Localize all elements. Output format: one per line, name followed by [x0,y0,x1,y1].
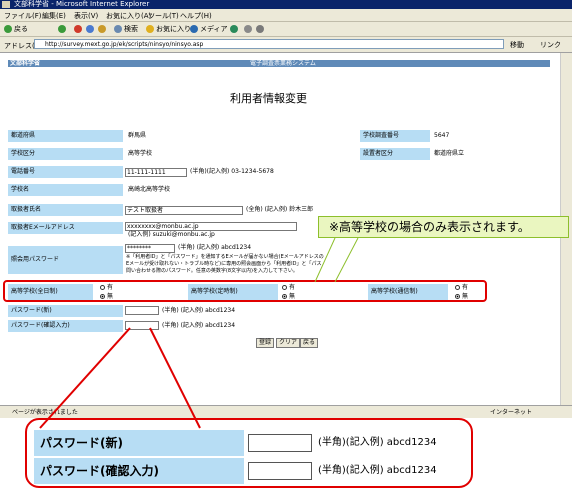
password-note-1: ※「利用者ID」と「パスワード」を通知するEメールが届かない場合(Eメールアドレ… [126,254,324,260]
printer-icon [256,25,264,33]
register-button[interactable]: 登録 [256,338,275,348]
forward-button[interactable] [58,24,68,34]
school-number-value: 5647 [434,132,450,139]
new-password-hint: (半角) (記入例) abcd1234 [162,307,236,314]
confirm-password-hint: (半角) (記入例) abcd1234 [162,322,236,329]
zoom-new-password-hint: (半角)(記入例) abcd1234 [318,437,437,448]
phone-input[interactable]: 11-111-1111 [125,168,187,177]
history-button[interactable] [230,24,240,34]
inquiry-password-label: 照会用パスワード [8,246,123,274]
school-name-value: 高崎北高等学校 [128,186,171,193]
media-button[interactable]: メディア [190,24,228,34]
ie-icon [2,1,10,8]
address-input[interactable]: http://survey.mext.go.jp/ek/scripts/nins… [34,39,504,49]
forward-arrow-icon [58,25,66,33]
menu-bar: ファイル(F) 編集(E) 表示(V) お気に入り(A) ツール(T) ヘルプ(… [0,9,572,22]
zone-text: インターネット [490,409,533,416]
password-note-2: Eメールが受け取れない・トラブル時など)に専用の照会画面から「利用者ID」と「パ… [126,261,322,267]
person-input[interactable]: テスト取扱者 [125,206,243,215]
mail-button[interactable] [244,24,254,34]
menu-file[interactable]: ファイル(F) [4,11,42,21]
refresh-button[interactable] [86,24,96,34]
prefecture-label: 都道府県 [8,130,123,142]
menu-help[interactable]: ヘルプ(H) [180,11,212,21]
email-label: 取扱者Eメールアドレス [8,222,123,234]
new-password-input[interactable] [125,306,159,315]
stop-button[interactable] [74,24,84,34]
search-button[interactable]: 検索 [114,24,138,34]
page-title: 利用者情報変更 [230,92,307,105]
confirm-password-input[interactable] [125,321,159,330]
zoom-new-password-input[interactable] [248,434,312,452]
school-name-label: 学校名 [8,184,123,196]
email-hint: (記入例) suzuki@monbu.ac.jp [128,231,215,238]
school-type-label: 学校区分 [8,148,123,160]
star-icon [146,25,154,33]
home-icon [98,25,106,33]
school-type-value: 高等学校 [128,150,153,157]
system-name: 電子調査票業務システム [250,60,316,67]
menu-view[interactable]: 表示(V) [74,11,98,21]
zoom-confirm-password-input[interactable] [248,462,312,480]
phone-hint: (半角)(記入例) 03-1234-5678 [190,168,274,175]
address-bar: アドレス(D) http://survey.mext.go.jp/ek/scri… [0,37,572,53]
go-button[interactable]: 移動 [510,40,524,50]
zoom-confirm-password-label: パスワード(確認入力) [34,458,244,484]
links-button[interactable]: リンク [540,40,561,50]
prefecture-value: 群馬県 [128,132,147,139]
toolbar: 戻る 検索 お気に入り メディア [0,22,572,37]
ministry-logo: 文部科学省 [10,60,41,67]
confirm-password-label: パスワード(確認入力) [8,320,123,332]
person-label: 取扱者氏名 [8,204,123,216]
new-password-label: パスワード(新) [8,305,123,317]
inquiry-password-input[interactable]: ******** [125,244,175,253]
status-bar [0,405,572,418]
favorites-button[interactable]: お気に入り [146,24,191,34]
back-page-button[interactable]: 戻る [300,338,319,348]
back-button[interactable]: 戻る [4,24,28,34]
media-icon [190,25,198,33]
menu-edit[interactable]: 編集(E) [42,11,66,21]
inquiry-password-hint: (半角) (記入例) abcd1234 [178,244,252,251]
refresh-icon [86,25,94,33]
home-button[interactable] [98,24,108,34]
menu-favorites[interactable]: お気に入り(A) [106,11,151,21]
password-note-3: 問い合わせる際のパスワード。任意の英数字(8文字以内)を入力して下さい。 [126,268,298,274]
zoom-confirm-password-hint: (半角)(記入例) abcd1234 [318,465,437,476]
person-hint: (全角) (記入例) 鈴木三郎 [246,206,314,213]
highlight-box [3,280,487,302]
print-button[interactable] [256,24,266,34]
callout-note: ※高等学校の場合のみ表示されます。 [318,216,569,238]
school-number-label: 学校調査番号 [360,130,430,142]
zoom-new-password-label: パスワード(新) [34,430,244,456]
founder-label: 設置者区分 [360,148,430,160]
founder-value: 都道府県立 [434,150,465,157]
clear-button[interactable]: クリア [276,338,301,348]
back-arrow-icon [4,25,12,33]
menu-tools[interactable]: ツール(T) [148,11,179,21]
window-title-bar: 文部科学省 - Microsoft Internet Explorer [0,0,572,9]
mail-icon [244,25,252,33]
stop-icon [74,25,82,33]
window-title: 文部科学省 - Microsoft Internet Explorer [14,0,150,8]
history-icon [230,25,238,33]
phone-label: 電話番号 [8,166,123,178]
search-icon [114,25,122,33]
status-text: ページが表示されました [12,409,78,416]
